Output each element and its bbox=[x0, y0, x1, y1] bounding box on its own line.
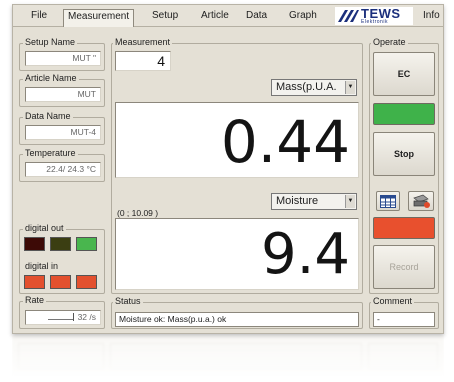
rate-label: Rate bbox=[23, 295, 47, 306]
reflection-rate-box bbox=[18, 343, 104, 369]
reflection-status-box bbox=[110, 343, 362, 369]
menu-data[interactable]: Data bbox=[242, 9, 271, 25]
record-button[interactable]: Record bbox=[373, 245, 435, 289]
data-name-label: Data Name bbox=[23, 111, 73, 122]
menu-graph[interactable]: Graph bbox=[285, 9, 321, 25]
data-name-field[interactable]: MUT-4 bbox=[25, 125, 101, 140]
operate-label: Operate bbox=[371, 37, 408, 48]
status-lamp-red bbox=[373, 217, 435, 239]
menu-setup[interactable]: Setup bbox=[148, 9, 182, 25]
temperature-field: 22.4/ 24.3 °C bbox=[25, 162, 101, 177]
menu-article[interactable]: Article bbox=[197, 9, 233, 25]
menu-info[interactable]: Info bbox=[419, 9, 444, 25]
print-button[interactable] bbox=[408, 191, 434, 211]
ec-button[interactable]: EC bbox=[373, 52, 435, 96]
rate-value: 32 /s bbox=[77, 312, 96, 322]
temperature-label: Temperature bbox=[23, 148, 78, 159]
measurement-label: Measurement bbox=[113, 37, 173, 48]
table-icon bbox=[380, 195, 396, 208]
status-lamp-green bbox=[373, 103, 435, 125]
chevron-down-icon[interactable]: ▼ bbox=[345, 81, 355, 94]
rate-slider-track[interactable] bbox=[47, 311, 74, 321]
digital-out-label: digital out bbox=[23, 223, 66, 234]
menu-file[interactable]: File bbox=[27, 9, 51, 25]
chevron-down-icon[interactable]: ▼ bbox=[345, 195, 355, 208]
setup-name-field[interactable]: MUT " bbox=[25, 51, 101, 66]
logo-mark-icon bbox=[338, 10, 359, 22]
digital-in-indicator-1 bbox=[24, 275, 45, 289]
application-window: File Measurement Setup Article Data Grap… bbox=[12, 4, 444, 334]
table-view-button[interactable] bbox=[376, 191, 400, 211]
measurement-count-field[interactable]: 4 bbox=[115, 51, 171, 71]
comment-field[interactable]: - bbox=[373, 312, 435, 327]
digital-out-indicator-3 bbox=[76, 237, 97, 251]
mass-value: 0.44 bbox=[220, 108, 350, 176]
rate-slider-thumb[interactable] bbox=[72, 313, 74, 321]
measurement-select-1[interactable]: Mass(p.U.A. ▼ bbox=[271, 79, 357, 96]
tews-logo: TEWS Elektronik bbox=[335, 7, 413, 25]
coordinates-label: (0 ; 10.09 ) bbox=[117, 208, 159, 218]
measurement-select-2-value: Moisture bbox=[276, 195, 319, 207]
moisture-value: 9.4 bbox=[260, 222, 350, 287]
stop-button[interactable]: Stop bbox=[373, 132, 435, 176]
measurement-select-2[interactable]: Moisture ▼ bbox=[271, 193, 357, 210]
window-reflection bbox=[12, 335, 444, 382]
printer-icon bbox=[413, 194, 430, 208]
article-name-field[interactable]: MUT bbox=[25, 87, 101, 102]
moisture-display: 9.4 bbox=[115, 218, 359, 290]
menu-measurement[interactable]: Measurement bbox=[63, 9, 135, 27]
digital-out-indicator-1 bbox=[24, 237, 45, 251]
article-name-label: Article Name bbox=[23, 73, 79, 84]
rate-field: 32 /s bbox=[25, 310, 101, 325]
reflection-surface bbox=[12, 335, 444, 375]
menu-bar: File Measurement Setup Article Data Grap… bbox=[13, 5, 443, 27]
measurement-select-1-value: Mass(p.U.A. bbox=[276, 81, 337, 93]
digital-out-indicator-2 bbox=[50, 237, 71, 251]
mass-display: 0.44 bbox=[115, 102, 359, 178]
digital-in-indicator-2 bbox=[50, 275, 71, 289]
status-message: Moisture ok: Mass(p.u.a.) ok bbox=[115, 312, 359, 327]
setup-name-label: Setup Name bbox=[23, 37, 78, 48]
digital-in-label: digital in bbox=[23, 261, 61, 272]
digital-in-indicator-3 bbox=[76, 275, 97, 289]
comment-label: Comment bbox=[371, 296, 415, 307]
reflection-comment-box bbox=[368, 343, 438, 369]
status-label: Status bbox=[113, 296, 143, 307]
